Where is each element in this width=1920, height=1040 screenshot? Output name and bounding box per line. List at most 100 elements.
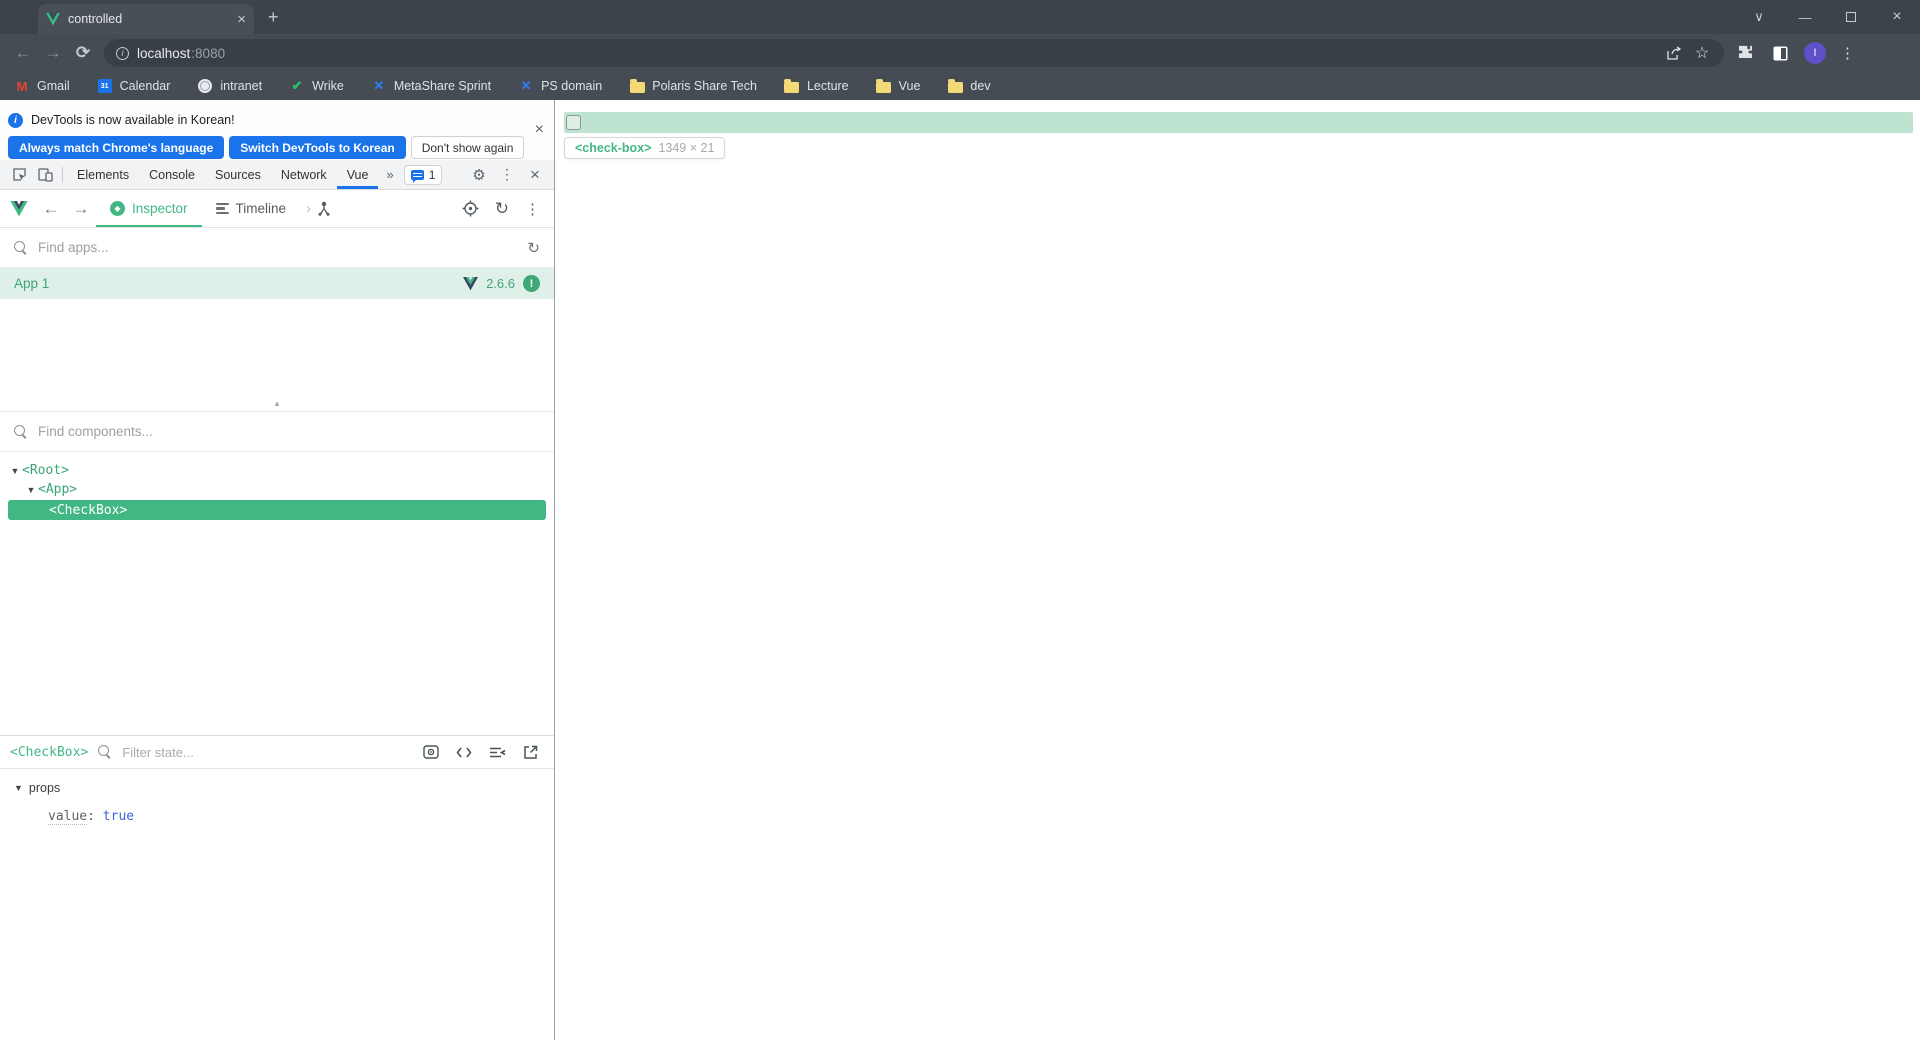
tree-node-root[interactable]: ▼ <Root> bbox=[0, 461, 554, 480]
bookmark-intranet[interactable]: intranet bbox=[197, 78, 262, 94]
url-port: :8080 bbox=[191, 45, 226, 61]
bookmark-wrike[interactable]: ✔ Wrike bbox=[289, 78, 344, 94]
browser-tab[interactable]: controlled × bbox=[38, 4, 254, 34]
tab-sources[interactable]: Sources bbox=[205, 160, 271, 189]
infobar-close-icon[interactable]: × bbox=[535, 122, 544, 138]
settings-gear-icon[interactable]: ⚙ bbox=[466, 162, 492, 188]
back-button[interactable]: ← bbox=[8, 43, 38, 63]
search-icon bbox=[14, 424, 28, 439]
expand-caret-icon[interactable]: ▼ bbox=[8, 466, 22, 476]
tab-elements[interactable]: Elements bbox=[67, 160, 139, 189]
calendar-icon: 31 bbox=[97, 78, 113, 94]
bookmark-folder-lecture[interactable]: Lecture bbox=[784, 78, 849, 94]
tree-node-label: <Root> bbox=[22, 463, 69, 478]
more-tabs-icon[interactable]: » bbox=[378, 167, 401, 182]
tab-vue[interactable]: Vue bbox=[336, 160, 379, 189]
tab-inspector[interactable]: ◆ Inspector bbox=[96, 190, 202, 227]
reload-button[interactable]: ⟳ bbox=[68, 43, 98, 63]
tab-network[interactable]: Network bbox=[271, 160, 337, 189]
tree-node-app[interactable]: ▼ <App> bbox=[0, 480, 554, 499]
issues-button[interactable]: 1 bbox=[403, 164, 443, 185]
dont-show-again-button[interactable]: Don't show again bbox=[410, 136, 525, 159]
share-icon[interactable] bbox=[1664, 43, 1684, 63]
window-restore-button[interactable] bbox=[1828, 0, 1874, 34]
timeline-label: Timeline bbox=[235, 201, 287, 216]
bookmark-ps-domain[interactable]: ✕ PS domain bbox=[518, 78, 603, 94]
page-checkbox[interactable] bbox=[566, 115, 581, 130]
bookmark-label: Wrike bbox=[312, 79, 344, 93]
chevron-right-icon: › bbox=[306, 200, 312, 217]
bookmark-metashare[interactable]: ✕ MetaShare Sprint bbox=[371, 78, 491, 94]
folder-icon bbox=[784, 78, 800, 94]
bookmark-folder-polaris[interactable]: Polaris Share Tech bbox=[629, 78, 757, 94]
tab-console[interactable]: Console bbox=[139, 160, 205, 189]
vue-logo-icon bbox=[10, 200, 28, 217]
side-panel-icon[interactable] bbox=[1770, 43, 1790, 63]
blue-x-icon: ✕ bbox=[520, 78, 532, 93]
refresh-apps-icon[interactable]: ↻ bbox=[527, 239, 540, 257]
browser-menu-icon[interactable]: ⋮ bbox=[1840, 44, 1855, 62]
address-bar[interactable]: i localhost:8080 ☆ bbox=[104, 39, 1724, 67]
props-section[interactable]: ▼ props bbox=[0, 769, 554, 795]
filter-state-input[interactable] bbox=[122, 744, 413, 760]
folder-icon bbox=[947, 78, 963, 94]
bookmark-folder-dev[interactable]: dev bbox=[947, 78, 991, 94]
vue-back-icon[interactable]: ← bbox=[36, 199, 66, 219]
tab-close-icon[interactable]: × bbox=[237, 12, 246, 27]
tree-node-checkbox-selected[interactable]: <CheckBox> bbox=[8, 500, 546, 520]
inspect-element-icon[interactable] bbox=[6, 162, 32, 188]
select-component-target-icon[interactable] bbox=[462, 200, 479, 217]
devtools-language-infobar: i DevTools is now available in Korean! ×… bbox=[0, 100, 554, 160]
expand-caret-icon[interactable]: ▼ bbox=[24, 485, 38, 495]
find-components-input[interactable] bbox=[38, 424, 540, 439]
bookmark-folder-vue[interactable]: Vue bbox=[876, 78, 921, 94]
match-language-button[interactable]: Always match Chrome's language bbox=[8, 136, 225, 159]
bookmarks-bar: M Gmail 31 Calendar intranet ✔ Wrike ✕ MetaS… bbox=[0, 72, 1920, 100]
bookmark-gmail[interactable]: M Gmail bbox=[14, 78, 70, 94]
blue-x-icon: ✕ bbox=[373, 78, 385, 93]
check-icon: ✔ bbox=[291, 78, 303, 93]
app-hierarchy-icon[interactable] bbox=[317, 201, 331, 216]
vue-forward-icon[interactable]: → bbox=[66, 199, 96, 219]
switch-korean-button[interactable]: Switch DevTools to Korean bbox=[229, 136, 406, 159]
extensions-puzzle-icon[interactable] bbox=[1736, 43, 1756, 63]
log-to-console-icon[interactable] bbox=[489, 745, 506, 760]
vue-refresh-icon[interactable]: ↻ bbox=[495, 199, 509, 219]
devtools-menu-icon[interactable]: ⋮ bbox=[494, 162, 520, 188]
folder-icon bbox=[629, 78, 645, 94]
scroll-into-view-icon[interactable] bbox=[423, 745, 439, 760]
inspect-dom-icon[interactable] bbox=[456, 745, 472, 760]
profile-avatar[interactable]: I bbox=[1804, 42, 1826, 64]
bookmark-label: Gmail bbox=[37, 79, 70, 93]
vue-menu-icon[interactable]: ⋮ bbox=[525, 200, 540, 218]
open-in-editor-icon[interactable] bbox=[523, 745, 538, 760]
bookmark-star-icon[interactable]: ☆ bbox=[1692, 43, 1712, 63]
site-info-icon[interactable]: i bbox=[116, 46, 129, 60]
component-highlight-overlay bbox=[564, 112, 1913, 133]
prop-key: value bbox=[48, 809, 88, 825]
inspector-label: Inspector bbox=[132, 201, 188, 216]
window-minimize-button[interactable]: — bbox=[1782, 0, 1828, 34]
find-apps-input[interactable] bbox=[38, 240, 518, 255]
vue-version: 2.6.6 bbox=[486, 276, 515, 291]
url-host: localhost bbox=[137, 45, 191, 61]
section-caret-icon[interactable]: ▼ bbox=[14, 783, 23, 793]
app-list-item[interactable]: App 1 2.6.6 ! bbox=[0, 268, 554, 299]
bookmark-label: dev bbox=[970, 79, 991, 93]
page-viewport: <check-box> 1349 × 21 bbox=[555, 100, 1920, 1040]
version-badge-icon[interactable]: ! bbox=[523, 275, 540, 292]
bookmark-label: Vue bbox=[898, 79, 921, 93]
device-toolbar-icon[interactable] bbox=[32, 162, 58, 188]
prop-row-value[interactable]: value: true bbox=[0, 795, 554, 825]
info-icon: i bbox=[8, 112, 23, 128]
new-tab-button[interactable]: + bbox=[268, 8, 279, 26]
tab-timeline[interactable]: Timeline bbox=[202, 190, 301, 227]
window-close-button[interactable]: × bbox=[1874, 0, 1920, 34]
bookmark-calendar[interactable]: 31 Calendar bbox=[97, 78, 170, 94]
window-chevron-icon[interactable]: ∨ bbox=[1736, 0, 1782, 34]
search-icon bbox=[98, 745, 112, 759]
forward-button[interactable]: → bbox=[38, 43, 68, 63]
panel-collapse-handle[interactable]: ▴ bbox=[0, 398, 554, 412]
gmail-icon: M bbox=[16, 78, 28, 94]
devtools-close-icon[interactable]: × bbox=[522, 162, 548, 188]
